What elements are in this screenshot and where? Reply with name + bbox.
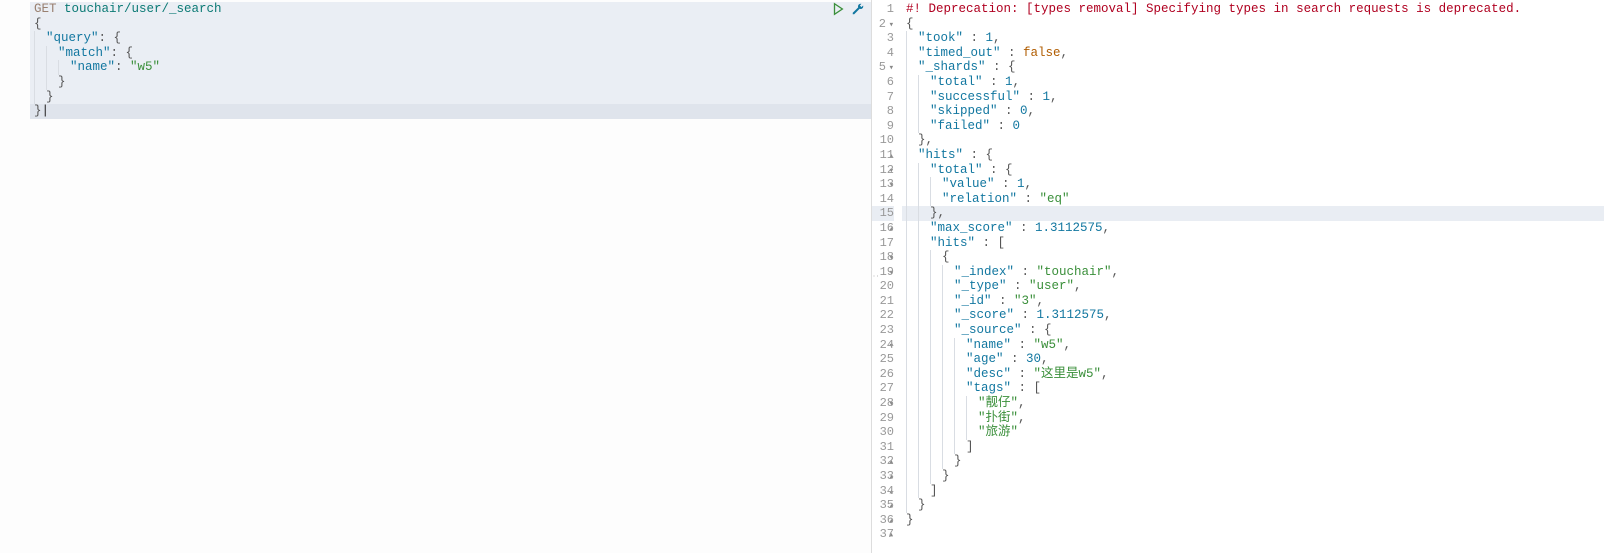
response-code-line: "skipped" : 0, xyxy=(902,104,1604,119)
request-code-line[interactable]: "match": { xyxy=(30,46,871,61)
response-line-number: 23▾ xyxy=(872,323,894,338)
response-code-line: "_source" : { xyxy=(902,323,1604,338)
response-line-number: 29 xyxy=(872,411,894,426)
response-line-number: 31▴ xyxy=(872,440,894,455)
response-line-number: 18▾ xyxy=(872,250,894,265)
response-code-line: "tags" : [ xyxy=(902,381,1604,396)
response-code-line: "total" : 1, xyxy=(902,75,1604,90)
response-line-number: 22 xyxy=(872,308,894,323)
response-line-number: 36▴ xyxy=(872,513,894,528)
response-code-line: } xyxy=(902,454,1604,469)
response-code-line: ] xyxy=(902,440,1604,455)
response-line-number: 13 xyxy=(872,177,894,192)
response-code-line: "_type" : "user", xyxy=(902,279,1604,294)
response-code-line: } xyxy=(902,498,1604,513)
response-code-line: "age" : 30, xyxy=(902,352,1604,367)
response-line-number: 11▾ xyxy=(872,148,894,163)
pane-resize-handle[interactable]: ⋮ xyxy=(872,271,878,283)
request-gutter xyxy=(0,0,30,119)
request-code-line[interactable]: }| xyxy=(30,104,871,119)
response-viewer-pane: ⋮ 12▾345▾678910▴11▾12▾131415▴1617▾18▾192… xyxy=(872,0,1604,553)
response-code-line: "successful" : 1, xyxy=(902,90,1604,105)
response-line-number: 12▾ xyxy=(872,163,894,178)
request-code-line[interactable]: { xyxy=(30,17,871,32)
response-line-number: 7 xyxy=(872,90,894,105)
response-code-line: "took" : 1, xyxy=(902,31,1604,46)
response-line-number: 10▴ xyxy=(872,133,894,148)
request-method-line[interactable]: GET touchair/user/_search xyxy=(30,2,871,17)
response-line-number: 34▴ xyxy=(872,484,894,499)
response-line-number: 2▾ xyxy=(872,17,894,32)
response-code-line: "hits" : { xyxy=(902,148,1604,163)
response-code-line: { xyxy=(902,250,1604,265)
response-code-line: #! Deprecation: [types removal] Specifyi… xyxy=(902,2,1604,17)
wrench-icon[interactable] xyxy=(851,2,865,20)
response-code-line: "靓仔", xyxy=(902,396,1604,411)
response-code-line: } xyxy=(902,513,1604,528)
request-code-line[interactable]: } xyxy=(30,90,871,105)
request-editor-pane: GET touchair/user/_search{"query": {"mat… xyxy=(0,0,872,553)
response-line-number: 30 xyxy=(872,425,894,440)
response-code-line: "_score" : 1.3112575, xyxy=(902,308,1604,323)
response-line-number: 27▾ xyxy=(872,381,894,396)
request-code-line[interactable]: "query": { xyxy=(30,31,871,46)
response-code-line: "_shards" : { xyxy=(902,60,1604,75)
run-query-icon[interactable] xyxy=(831,2,845,20)
request-code-line[interactable]: } xyxy=(30,75,871,90)
response-code: #! Deprecation: [types removal] Specifyi… xyxy=(902,0,1604,542)
response-line-number: 4 xyxy=(872,46,894,61)
response-line-number: 8 xyxy=(872,104,894,119)
response-code-line: "旅游" xyxy=(902,425,1604,440)
response-code-line: }, xyxy=(902,206,1604,221)
response-line-number: 32▴ xyxy=(872,454,894,469)
response-line-number: 6 xyxy=(872,75,894,90)
response-code-line: ] xyxy=(902,484,1604,499)
response-code-line: } xyxy=(902,469,1604,484)
response-code-line: }, xyxy=(902,133,1604,148)
response-line-number: 37 xyxy=(872,527,894,542)
fold-toggle-icon[interactable]: ▾ xyxy=(888,61,894,76)
response-code-line: "_id" : "3", xyxy=(902,294,1604,309)
response-code-line: "failed" : 0 xyxy=(902,119,1604,134)
response-code-line: "value" : 1, xyxy=(902,177,1604,192)
response-line-number: 35▴ xyxy=(872,498,894,513)
response-code-line: "扑街", xyxy=(902,411,1604,426)
response-line-number: 16 xyxy=(872,221,894,236)
response-code-line: "_index" : "touchair", xyxy=(902,265,1604,280)
response-line-number: 9 xyxy=(872,119,894,134)
response-code-line: "timed_out" : false, xyxy=(902,46,1604,61)
request-code-line[interactable]: "name": "w5" xyxy=(30,60,871,75)
response-line-number: 24 xyxy=(872,338,894,353)
response-line-number: 5▾ xyxy=(872,60,894,75)
response-code-line: { xyxy=(902,17,1604,32)
response-code-line: "hits" : [ xyxy=(902,236,1604,251)
response-line-number: 21 xyxy=(872,294,894,309)
request-code[interactable]: GET touchair/user/_search{"query": {"mat… xyxy=(30,0,871,119)
response-line-number: 3 xyxy=(872,31,894,46)
response-code-line: "total" : { xyxy=(902,163,1604,178)
response-code-line: "desc" : "这里是w5", xyxy=(902,367,1604,382)
response-line-number: 28 xyxy=(872,396,894,411)
response-code-line: "relation" : "eq" xyxy=(902,192,1604,207)
response-line-number: 17▾ xyxy=(872,236,894,251)
response-viewer[interactable]: 12▾345▾678910▴11▾12▾131415▴1617▾18▾19202… xyxy=(872,0,1604,553)
response-line-number: 15▴ xyxy=(872,206,894,221)
response-code-line xyxy=(902,527,1604,542)
response-line-number: 25 xyxy=(872,352,894,367)
response-code-line: "max_score" : 1.3112575, xyxy=(902,221,1604,236)
fold-toggle-icon[interactable]: ▾ xyxy=(888,18,894,33)
request-editor[interactable]: GET touchair/user/_search{"query": {"mat… xyxy=(0,0,871,553)
request-actions xyxy=(831,2,865,20)
response-line-number: 14 xyxy=(872,192,894,207)
response-code-line: "name" : "w5", xyxy=(902,338,1604,353)
response-line-number: 26 xyxy=(872,367,894,382)
response-line-number: 33▴ xyxy=(872,469,894,484)
response-line-number: 1 xyxy=(872,2,894,17)
